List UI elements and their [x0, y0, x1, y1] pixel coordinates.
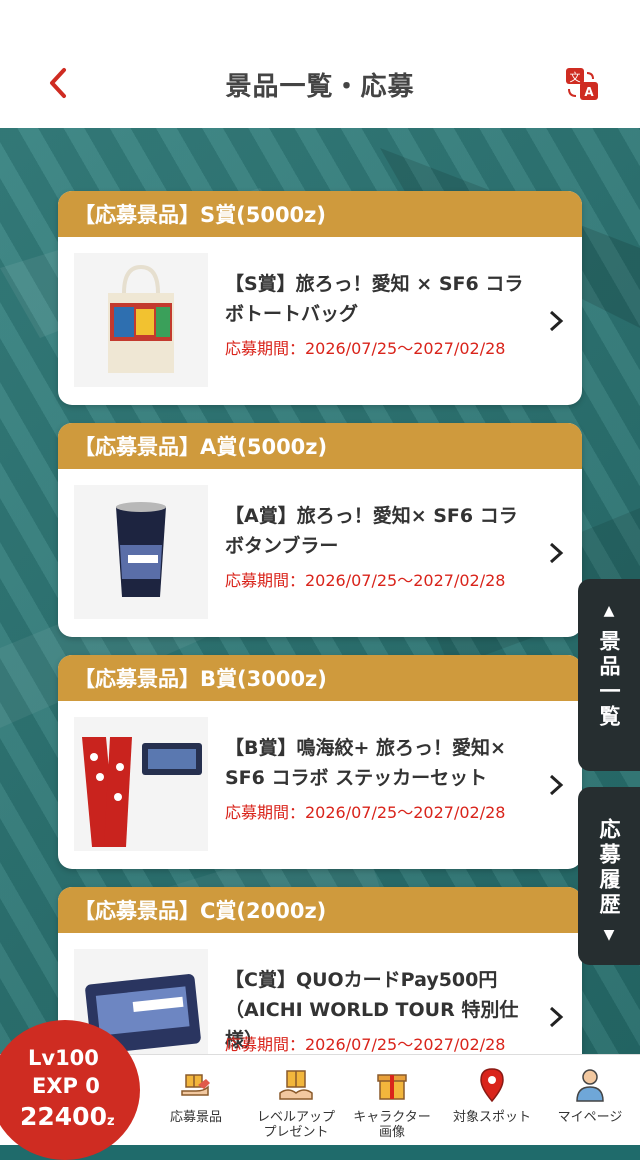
prize-category: 【応募景品】S賞(5000z): [58, 191, 582, 237]
points-unit: z: [106, 1114, 115, 1129]
tab-target-spots-label: 対象スポット: [452, 1110, 531, 1125]
tab-mypage[interactable]: マイページ: [542, 1055, 638, 1145]
chevron-right-icon: [549, 774, 564, 796]
user-icon: [576, 1069, 604, 1102]
side-tab-history-label: 応募履歴: [597, 818, 621, 918]
prize-period: 応募期間：2026/07/25〜2027/02/28: [225, 803, 506, 822]
side-tab-history[interactable]: 応募履歴 ▼: [578, 787, 640, 965]
prize-period: 応募期間：2026/07/25〜2027/02/28: [225, 1035, 506, 1054]
prize-name: 【S賞】旅ろっ！愛知 × SF6 コラボトートバッグ: [225, 273, 524, 325]
svg-text:A: A: [584, 85, 594, 99]
chevron-right-icon: [549, 310, 564, 332]
side-tab-catalog[interactable]: ▲ 景品一覧: [578, 579, 640, 771]
prize-category: 【応募景品】C賞(2000z): [58, 887, 582, 933]
tab-levelup-present-label: レベルアップ プレゼント: [256, 1110, 335, 1140]
present-hand-icon: [279, 1070, 313, 1100]
triangle-down-icon: ▼: [603, 927, 615, 943]
exp-value: EXP 0: [32, 1074, 100, 1098]
gift-hand-icon: [181, 1074, 210, 1096]
tab-prizes-label: 応募景品: [169, 1110, 222, 1125]
level-value: Lv100: [28, 1046, 99, 1070]
tab-levelup-present[interactable]: レベルアップ プレゼント: [248, 1055, 344, 1145]
points-value: 22400z: [20, 1102, 115, 1131]
prize-name: 【B賞】鳴海絞+ 旅ろっ！愛知× SF6 コラボ ステッカーセット: [225, 737, 506, 789]
prize-category: 【応募景品】A賞(5000z): [58, 423, 582, 469]
tab-character-images-label: キャラクター 画像: [353, 1110, 431, 1140]
prize-card-b[interactable]: 【応募景品】B賞(3000z) 【B賞】鳴海絞+ 旅ろっ！愛知× SF6 コラボ…: [58, 655, 582, 869]
prize-image-sticker-set: [74, 717, 208, 851]
prize-name: 【A賞】旅ろっ！愛知× SF6 コラボタンブラー: [225, 505, 518, 557]
chevron-right-icon: [549, 542, 564, 564]
prize-period: 応募期間：2026/07/25〜2027/02/28: [225, 339, 506, 358]
translate-icon[interactable]: 文 A: [565, 67, 599, 101]
prize-card-s[interactable]: 【応募景品】S賞(5000z) 【S賞】旅ろっ！愛知 × SF6 コラボトートバ…: [58, 191, 582, 405]
prize-image-tote-bag: [74, 253, 208, 387]
prize-image-tumbler: [74, 485, 208, 619]
map-pin-icon: [480, 1068, 504, 1103]
tab-prizes[interactable]: 応募景品: [148, 1055, 244, 1145]
page-title: 景品一覧・応募: [225, 72, 415, 102]
tab-character-images[interactable]: キャラクター 画像: [344, 1055, 440, 1145]
svg-text:文: 文: [570, 70, 581, 84]
chevron-right-icon: [549, 1006, 564, 1028]
gift-box-icon: [377, 1074, 407, 1100]
triangle-up-icon: ▲: [603, 603, 615, 619]
tab-target-spots[interactable]: 対象スポット: [444, 1055, 540, 1145]
tab-mypage-label: マイページ: [557, 1110, 623, 1125]
prize-period: 応募期間：2026/07/25〜2027/02/28: [225, 571, 506, 590]
app-header: 景品一覧・応募 文 A: [0, 0, 640, 128]
prize-card-a[interactable]: 【応募景品】A賞(5000z) 【A賞】旅ろっ！愛知× SF6 コラボタンブラー…: [58, 423, 582, 637]
side-tab-catalog-label: 景品一覧: [597, 630, 621, 730]
prize-category: 【応募景品】B賞(3000z): [58, 655, 582, 701]
points-amount: 22400: [20, 1102, 107, 1131]
